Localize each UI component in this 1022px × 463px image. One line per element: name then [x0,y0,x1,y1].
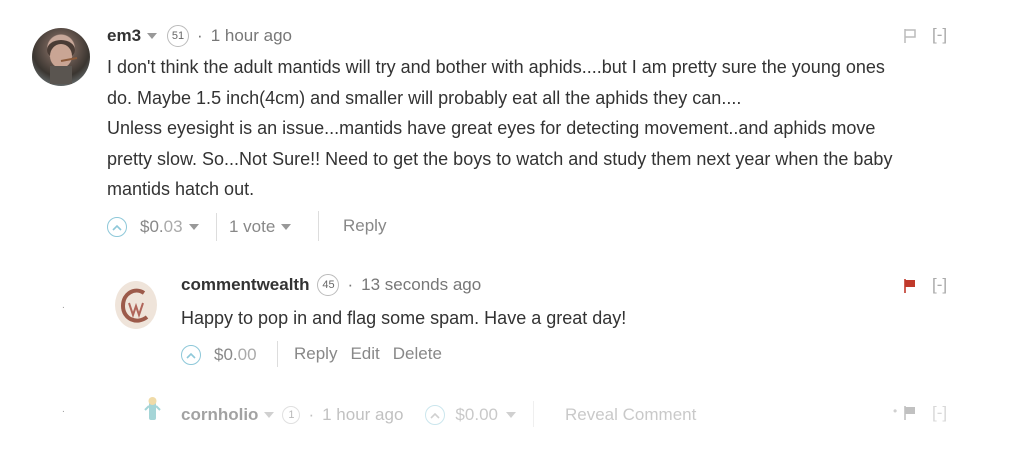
body-line: pretty slow. So...Not Sure!! Need to get… [107,148,893,169]
flag-icon[interactable] [903,278,917,294]
comment-body: I don't think the adult mantids will try… [107,52,977,205]
payout-whole: $0. [455,405,480,424]
chevron-down-icon[interactable] [281,224,292,230]
chevron-down-icon[interactable] [505,412,516,418]
separator-dot: · [308,405,315,424]
payout-cents: 00 [237,345,257,364]
body-line: do. Maybe 1.5 inch(4cm) and smaller will… [107,87,742,108]
edit-button[interactable]: Edit [350,344,379,364]
chevron-up-icon [186,352,196,359]
timestamp[interactable]: 1 hour ago [211,26,292,46]
avatar[interactable] [32,28,90,86]
payout-whole: $0. [214,345,238,364]
collapse-button[interactable]: [-] [932,25,947,45]
payout-whole: $0. [140,217,164,236]
payout[interactable]: $0.00 [455,405,498,425]
avatar[interactable] [141,396,163,426]
chevron-down-icon[interactable] [147,33,158,39]
comment-footer: $0.03 [107,214,199,240]
reputation-badge: 1 [282,406,301,424]
flag-icon[interactable] [903,28,917,44]
reply-button[interactable]: Reply [343,216,386,236]
thread-dot: . [62,404,65,415]
divider [318,211,319,241]
bullet-dot: • [893,404,898,418]
author-name[interactable]: cornholio [181,405,258,425]
reputation-badge: 45 [317,274,340,296]
timestamp[interactable]: 13 seconds ago [361,275,481,295]
chevron-up-icon [430,412,440,419]
upvote-button[interactable] [107,217,127,237]
flag-icon[interactable] [903,405,917,421]
reputation-badge: 51 [167,25,190,47]
payout-cents: 03 [163,217,183,236]
thread-dot: . [62,300,65,311]
payout-cents: 00 [479,405,498,424]
reply-button[interactable]: Reply [294,344,337,364]
separator-dot: · [347,275,354,294]
comment-body: Happy to pop in and flag some spam. Have… [181,308,627,328]
body-line: I don't think the adult mantids will try… [107,57,885,77]
separator-dot: · [197,26,203,45]
collapse-button[interactable]: [-] [932,403,947,423]
body-line: Unless eyesight is an issue...mantids ha… [107,118,876,138]
chevron-down-icon[interactable] [188,224,199,230]
delete-button[interactable]: Delete [393,344,442,364]
monogram-logo [120,288,149,323]
vote-count[interactable]: 1 vote [229,217,275,237]
upvote-button[interactable] [181,345,201,365]
body-line: mantids hatch out. [107,179,255,199]
collapse-button[interactable]: [-] [932,275,947,295]
payout[interactable]: $0.00 [214,345,257,365]
reveal-comment-button[interactable]: Reveal Comment [565,405,696,425]
upvote-button[interactable] [425,405,446,425]
payout[interactable]: $0.03 [140,217,183,237]
comment-footer: $0.00 [181,342,257,368]
chevron-up-icon [112,224,122,231]
divider [277,341,278,367]
divider [216,213,217,241]
avatar[interactable] [115,281,157,329]
avatar-image [47,40,78,84]
author-name[interactable]: commentwealth [181,275,309,295]
chevron-down-icon[interactable] [264,412,275,418]
divider [533,401,534,427]
timestamp[interactable]: 1 hour ago [322,405,403,425]
author-name[interactable]: em3 [107,26,141,46]
